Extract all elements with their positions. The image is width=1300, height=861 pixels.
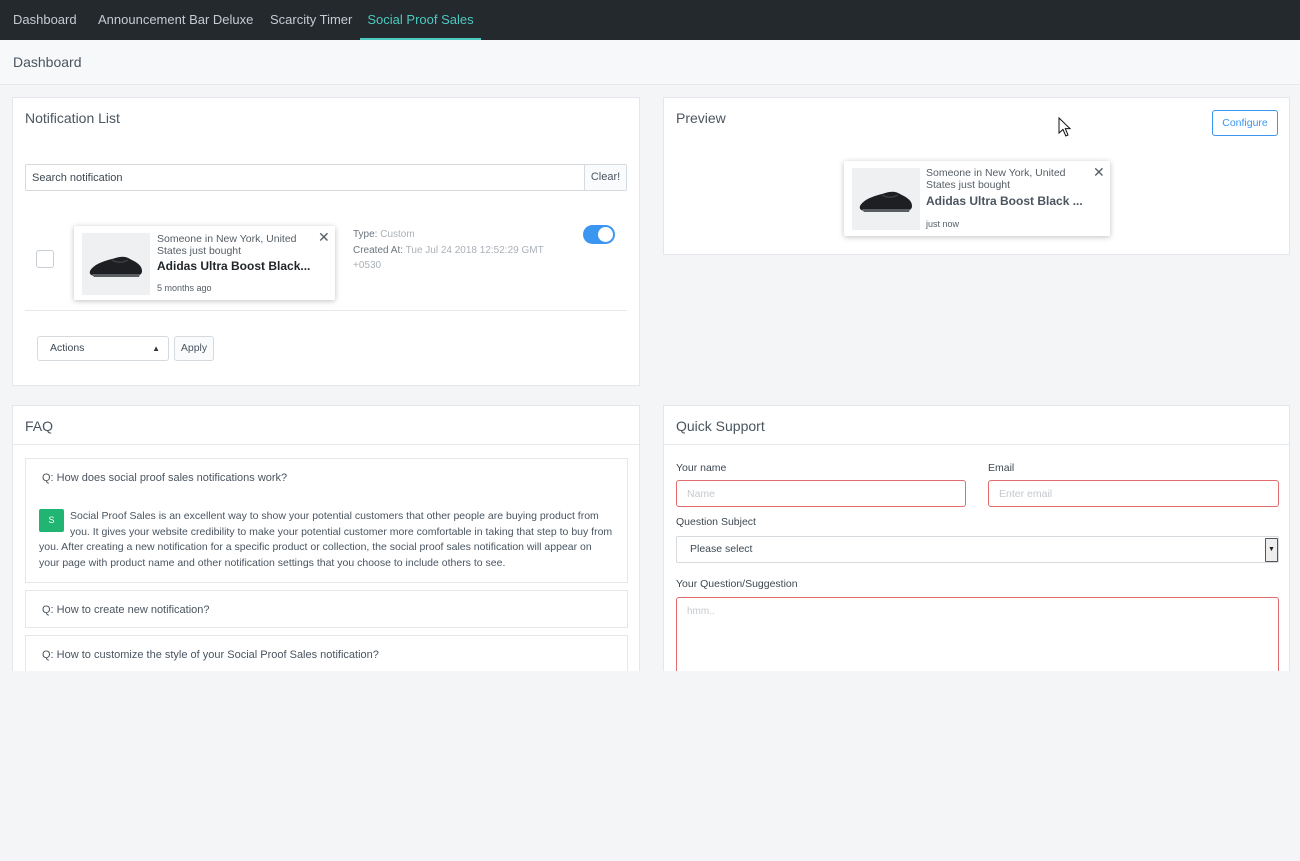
- page-title: Dashboard: [13, 54, 82, 70]
- search-box: Clear!: [25, 164, 627, 191]
- notification-list-card: Notification List Clear! Someone in New …: [12, 97, 640, 386]
- breadcrumb-bar: Dashboard: [0, 40, 1300, 85]
- notification-message: Someone in New York, United States just …: [157, 233, 297, 257]
- name-label: Your name: [676, 462, 727, 474]
- configure-button[interactable]: Configure: [1212, 110, 1278, 136]
- faq-item[interactable]: Q: How does social proof sales notificat…: [25, 458, 628, 583]
- subject-select-value: Please select: [690, 543, 753, 555]
- faq-answer-badge: S: [39, 509, 64, 532]
- faq-title: FAQ: [25, 418, 54, 434]
- nav-tab-scarcity-timer[interactable]: Scarcity Timer: [270, 0, 352, 40]
- actions-select-value: Actions: [50, 342, 85, 354]
- product-thumbnail: [82, 233, 150, 295]
- preview-card: Preview Configure Someone in New York, U…: [663, 97, 1290, 255]
- close-icon[interactable]: ✕: [318, 230, 330, 244]
- dropdown-arrow-icon[interactable]: ▼: [1265, 538, 1278, 562]
- faq-item[interactable]: Q: How to create new notification?: [25, 590, 628, 628]
- question-textarea[interactable]: [676, 597, 1279, 671]
- notification-time: 5 months ago: [157, 283, 212, 293]
- nav-tab-social-proof-sales[interactable]: Social Proof Sales: [360, 0, 481, 40]
- faq-answer: S Social Proof Sales is an excellent way…: [39, 509, 614, 571]
- mouse-cursor-icon: [1058, 117, 1072, 137]
- close-icon[interactable]: ✕: [1093, 165, 1105, 179]
- type-value: Custom: [380, 229, 415, 240]
- faq-question: Q: How does social proof sales notificat…: [42, 472, 288, 484]
- row-checkbox[interactable]: [36, 250, 54, 268]
- notification-product-name: Adidas Ultra Boost Black...: [157, 259, 311, 273]
- sort-caret-icon: ▲: [152, 344, 160, 353]
- preview-message: Someone in New York, United States just …: [926, 167, 1066, 191]
- top-nav: Dashboard Announcement Bar Deluxe Scarci…: [0, 0, 1300, 40]
- preview-product-thumbnail: [852, 168, 920, 230]
- faq-answer-text: Social Proof Sales is an excellent way t…: [39, 510, 613, 569]
- actions-select[interactable]: Actions ▲: [37, 336, 169, 361]
- faq-card: FAQ Q: How does social proof sales notif…: [12, 405, 640, 671]
- clear-button[interactable]: Clear!: [584, 165, 626, 190]
- apply-button[interactable]: Apply: [174, 336, 214, 361]
- nav-tab-dashboard[interactable]: Dashboard: [13, 0, 77, 40]
- type-label: Type:: [353, 229, 378, 240]
- preview-title: Preview: [676, 110, 726, 126]
- notification-meta: Type: Custom Created At: Tue Jul 24 2018…: [353, 227, 563, 274]
- preview-time: just now: [926, 219, 960, 229]
- name-field[interactable]: [676, 480, 966, 507]
- toggle-knob: [598, 227, 613, 242]
- email-field[interactable]: [988, 480, 1279, 507]
- notification-card[interactable]: Someone in New York, United States just …: [74, 226, 335, 300]
- preview-notification: Someone in New York, United States just …: [844, 161, 1110, 236]
- notification-list-title: Notification List: [25, 110, 120, 126]
- faq-question: Q: How to create new notification?: [42, 604, 210, 616]
- email-label: Email: [988, 462, 1015, 474]
- faq-question: Q: How to customize the style of your So…: [42, 649, 379, 661]
- enabled-toggle[interactable]: [583, 225, 615, 244]
- nav-tab-announcement-bar-deluxe[interactable]: Announcement Bar Deluxe: [98, 0, 253, 40]
- quick-support-title: Quick Support: [676, 418, 765, 434]
- subject-select[interactable]: Please select ▼: [676, 536, 1279, 563]
- faq-item[interactable]: Q: How to customize the style of your So…: [25, 635, 628, 671]
- faq-divider: [13, 444, 639, 445]
- quick-support-card: Quick Support Your name Email Question S…: [663, 405, 1290, 671]
- created-label: Created At:: [353, 244, 404, 256]
- support-divider: [664, 444, 1289, 445]
- question-label: Your Question/Suggestion: [676, 578, 798, 590]
- subject-label: Question Subject: [676, 516, 756, 528]
- search-input[interactable]: [26, 165, 586, 190]
- divider: [25, 310, 627, 311]
- preview-product-name: Adidas Ultra Boost Black ...: [926, 194, 1083, 208]
